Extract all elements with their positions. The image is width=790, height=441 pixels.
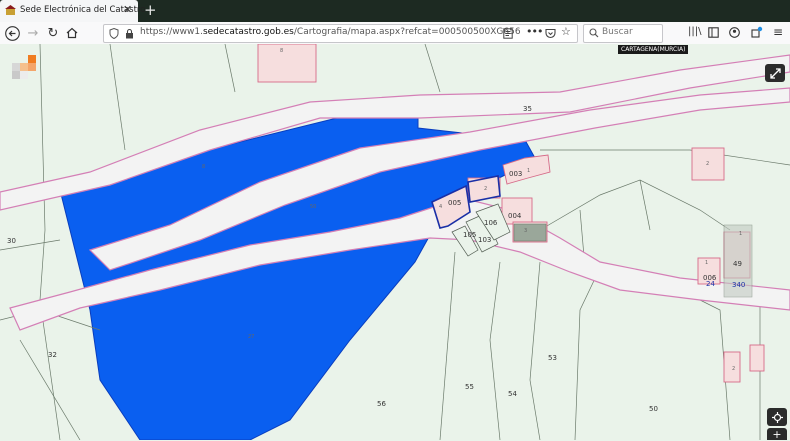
parcel-32: 32 xyxy=(48,351,57,359)
extensions-icon[interactable] xyxy=(751,26,763,38)
sidebar-icon[interactable] xyxy=(708,27,719,38)
parcel-106: 106 xyxy=(484,219,498,227)
parcel-35: 35 xyxy=(523,105,532,113)
reload-icon[interactable]: ↻ xyxy=(44,24,62,42)
star-icon[interactable]: ☆ xyxy=(561,25,571,38)
svg-text:1: 1 xyxy=(705,260,708,266)
home-icon[interactable] xyxy=(63,24,81,42)
tab-strip: Sede Electrónica del Catastro ✕ + xyxy=(0,0,790,22)
svg-text:27: 27 xyxy=(248,334,254,340)
search-box[interactable]: Buscar xyxy=(583,24,663,43)
svg-text:2: 2 xyxy=(484,186,487,192)
nav-bar: → ↻ https://www1.sedecatastro.gob.es/Car… xyxy=(0,22,790,45)
parcel-004: 004 xyxy=(508,212,522,220)
more-icon[interactable]: ••• xyxy=(526,25,543,38)
zoom-in-icon[interactable]: + xyxy=(767,428,787,441)
locate-icon[interactable] xyxy=(767,408,787,426)
reader-icon[interactable] xyxy=(503,28,513,39)
parcel-53: 53 xyxy=(548,354,557,362)
parcel-24: 24 xyxy=(706,280,715,288)
search-icon xyxy=(589,28,599,38)
tab-catastro[interactable]: Sede Electrónica del Catastro ✕ xyxy=(0,0,145,22)
forward-icon[interactable]: → xyxy=(24,24,42,42)
municipality-label: CARTAGENA(MURCIA) xyxy=(618,45,689,54)
svg-text:8: 8 xyxy=(202,164,205,170)
close-icon[interactable]: ✕ xyxy=(123,3,132,16)
svg-text:1: 1 xyxy=(527,168,530,174)
menu-icon[interactable]: ≡ xyxy=(773,25,783,39)
parcel-105: 105 xyxy=(463,231,476,239)
url-bar[interactable]: https://www1.sedecatastro.gob.es/Cartogr… xyxy=(103,24,578,43)
parcel-55: 55 xyxy=(465,383,474,391)
lock-icon[interactable] xyxy=(125,28,134,39)
parcel-340: 340 xyxy=(732,281,745,289)
map-canvas[interactable]: 35 003 005 004 106 105 103 006 49 24 340… xyxy=(0,44,790,440)
library-icon[interactable]: |||\ xyxy=(688,26,701,37)
parcel-005: 005 xyxy=(448,199,461,207)
svg-text:50: 50 xyxy=(310,204,316,210)
search-placeholder: Buscar xyxy=(602,27,633,37)
svg-text:2: 2 xyxy=(706,161,709,167)
svg-text:3: 3 xyxy=(524,228,527,234)
plus-icon[interactable]: + xyxy=(144,1,157,19)
parcel-49: 49 xyxy=(733,260,742,268)
url-text[interactable]: https://www1.sedecatastro.gob.es/Cartogr… xyxy=(140,27,521,37)
svg-text:2: 2 xyxy=(732,366,735,372)
parcel-50: 50 xyxy=(649,405,658,413)
svg-text:1: 1 xyxy=(739,231,742,237)
cadastral-map[interactable]: 35 003 005 004 106 105 103 006 49 24 340… xyxy=(0,44,790,440)
account-icon[interactable] xyxy=(729,27,740,38)
favicon-icon xyxy=(5,5,16,15)
parcel-103: 103 xyxy=(478,236,491,244)
parcel-30: 30 xyxy=(7,237,16,245)
shield-icon[interactable] xyxy=(109,28,119,39)
fullscreen-icon[interactable] xyxy=(765,64,785,82)
parcel-56: 56 xyxy=(377,400,386,408)
pocket-icon[interactable] xyxy=(545,28,556,39)
svg-text:8: 8 xyxy=(280,48,283,54)
svg-text:4: 4 xyxy=(439,204,442,210)
parcel-54: 54 xyxy=(508,390,517,398)
parcel-003: 003 xyxy=(509,170,522,178)
back-icon[interactable] xyxy=(3,24,21,42)
